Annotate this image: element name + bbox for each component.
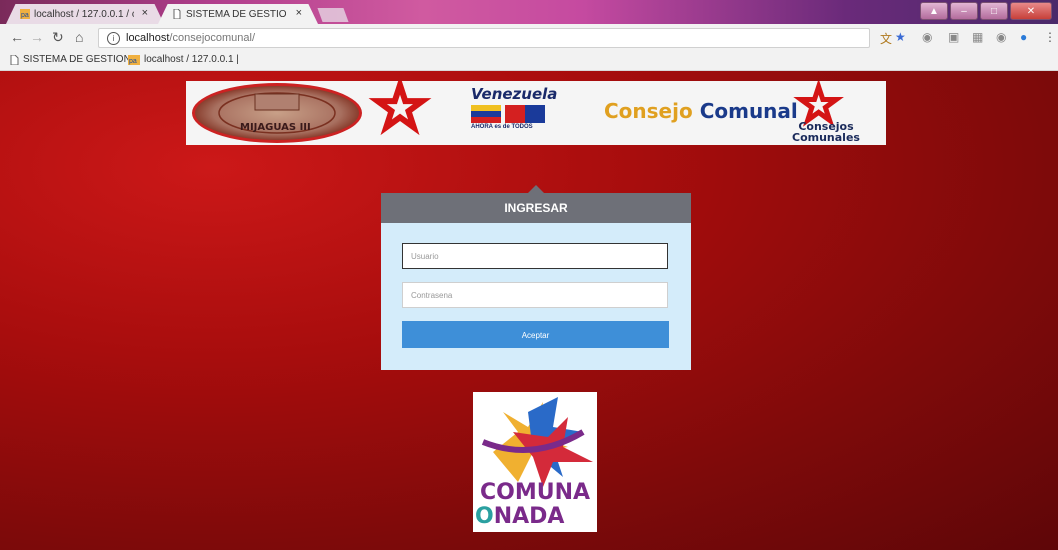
username-input[interactable] bbox=[402, 243, 668, 269]
phpmyadmin-icon: pa bbox=[128, 54, 140, 65]
comunales-line: Comunales bbox=[792, 131, 860, 144]
browser-titlebar: pa localhost / 127.0.0.1 / co × SISTEMA … bbox=[0, 0, 1058, 24]
comunal-text: Comunal bbox=[699, 99, 798, 123]
nada-text: NADA bbox=[493, 504, 565, 529]
o-nada-text: ONADA bbox=[475, 504, 564, 529]
consejo-text: Consejo bbox=[604, 99, 700, 123]
community-seal-logo: MIJAGUAS III bbox=[192, 83, 362, 143]
seal-graphic: MIJAGUAS III bbox=[218, 92, 336, 134]
new-tab-button[interactable] bbox=[317, 8, 349, 22]
tab-phpmyadmin[interactable]: pa localhost / 127.0.0.1 / co × bbox=[6, 4, 164, 24]
extension-c-icon[interactable]: ◉ bbox=[996, 30, 1006, 44]
user-icon[interactable]: ▲ bbox=[920, 2, 948, 20]
submit-button[interactable]: Aceptar bbox=[402, 321, 669, 348]
header-banner: MIJAGUAS III ★ Venezuela AHORA es de TOD… bbox=[186, 81, 886, 145]
page-icon bbox=[173, 9, 181, 19]
url-host: localhost bbox=[126, 32, 170, 44]
extension-a-icon[interactable]: ▣ bbox=[948, 30, 959, 44]
page-icon bbox=[10, 54, 19, 65]
bookmark-label: SISTEMA DE GESTION bbox=[23, 54, 131, 65]
tab-sistema-gestion[interactable]: SISTEMA DE GESTION C × bbox=[158, 4, 318, 24]
info-icon[interactable]: i bbox=[107, 31, 120, 45]
o-letter: O bbox=[475, 504, 494, 529]
flag-graphic bbox=[471, 105, 501, 123]
close-window-icon[interactable]: ✕ bbox=[1010, 2, 1052, 20]
password-input[interactable] bbox=[402, 282, 668, 308]
tab-label: localhost / 127.0.0.1 / co bbox=[34, 8, 134, 20]
url-path: /consejocomunal/ bbox=[169, 32, 256, 44]
maximize-icon[interactable]: □ bbox=[980, 2, 1008, 20]
bookmark-star-icon[interactable]: ★ bbox=[895, 30, 906, 44]
venezuela-tagline: AHORA es de TODOS bbox=[471, 124, 533, 130]
phpmyadmin-icon: pa bbox=[20, 9, 30, 19]
comuna-o-nada-logo: COMUNA ONADA bbox=[473, 392, 597, 532]
consejo-comunal-logo: Consejo Comunal bbox=[604, 99, 798, 123]
svg-text:pa: pa bbox=[129, 58, 137, 65]
venezuela-text: Venezuela bbox=[471, 85, 558, 103]
home-icon[interactable]: ⌂ bbox=[75, 29, 83, 45]
minimize-icon[interactable]: – bbox=[950, 2, 978, 20]
login-panel: INGRESAR Aceptar bbox=[381, 185, 691, 370]
page-background: MIJAGUAS III ★ Venezuela AHORA es de TOD… bbox=[0, 71, 1058, 550]
extension-icon[interactable]: ◉ bbox=[922, 30, 932, 44]
close-tab-icon[interactable]: × bbox=[296, 7, 302, 19]
extension-b-icon[interactable]: ▦ bbox=[972, 30, 983, 44]
bookmark-localhost[interactable]: pa localhost / 127.0.0.1 | bbox=[128, 54, 239, 65]
panel-arrow bbox=[528, 185, 544, 193]
extension-d-icon[interactable]: ● bbox=[1020, 30, 1027, 44]
comuna-text: COMUNA bbox=[479, 480, 591, 505]
bookmark-sistema[interactable]: SISTEMA DE GESTION bbox=[10, 54, 131, 65]
bookmarks-bar: SISTEMA DE GESTION pa localhost / 127.0.… bbox=[0, 50, 1058, 71]
svg-text:pa: pa bbox=[21, 12, 29, 19]
venezuela-logo: Venezuela AHORA es de TODOS bbox=[471, 85, 581, 139]
bookmark-label: localhost / 127.0.0.1 | bbox=[144, 54, 239, 65]
comuna-stars-graphic bbox=[481, 397, 593, 487]
reload-icon[interactable]: ↻ bbox=[52, 29, 64, 45]
seal-text: MIJAGUAS III bbox=[240, 122, 311, 133]
close-tab-icon[interactable]: × bbox=[142, 7, 148, 19]
flag-graphic bbox=[505, 105, 545, 123]
translate-icon[interactable]: 文 bbox=[880, 30, 892, 47]
address-bar[interactable]: i localhost/consejocomunal/ bbox=[98, 28, 870, 48]
red-star-icon: ★ bbox=[371, 81, 429, 140]
tab-label: SISTEMA DE GESTION C bbox=[186, 8, 286, 20]
login-title: INGRESAR bbox=[381, 193, 691, 223]
back-icon[interactable]: ← bbox=[10, 29, 24, 45]
forward-icon[interactable]: → bbox=[30, 29, 44, 45]
consejos-comunales-caption: Consejos Comunales bbox=[792, 121, 860, 143]
browser-toolbar: ← → ↻ ⌂ i localhost/consejocomunal/ 文 ★ … bbox=[0, 24, 1058, 50]
login-form: Aceptar bbox=[381, 223, 691, 370]
menu-icon[interactable]: ⋮ bbox=[1044, 30, 1056, 44]
window-controls: ▲ – □ ✕ bbox=[920, 2, 1052, 20]
